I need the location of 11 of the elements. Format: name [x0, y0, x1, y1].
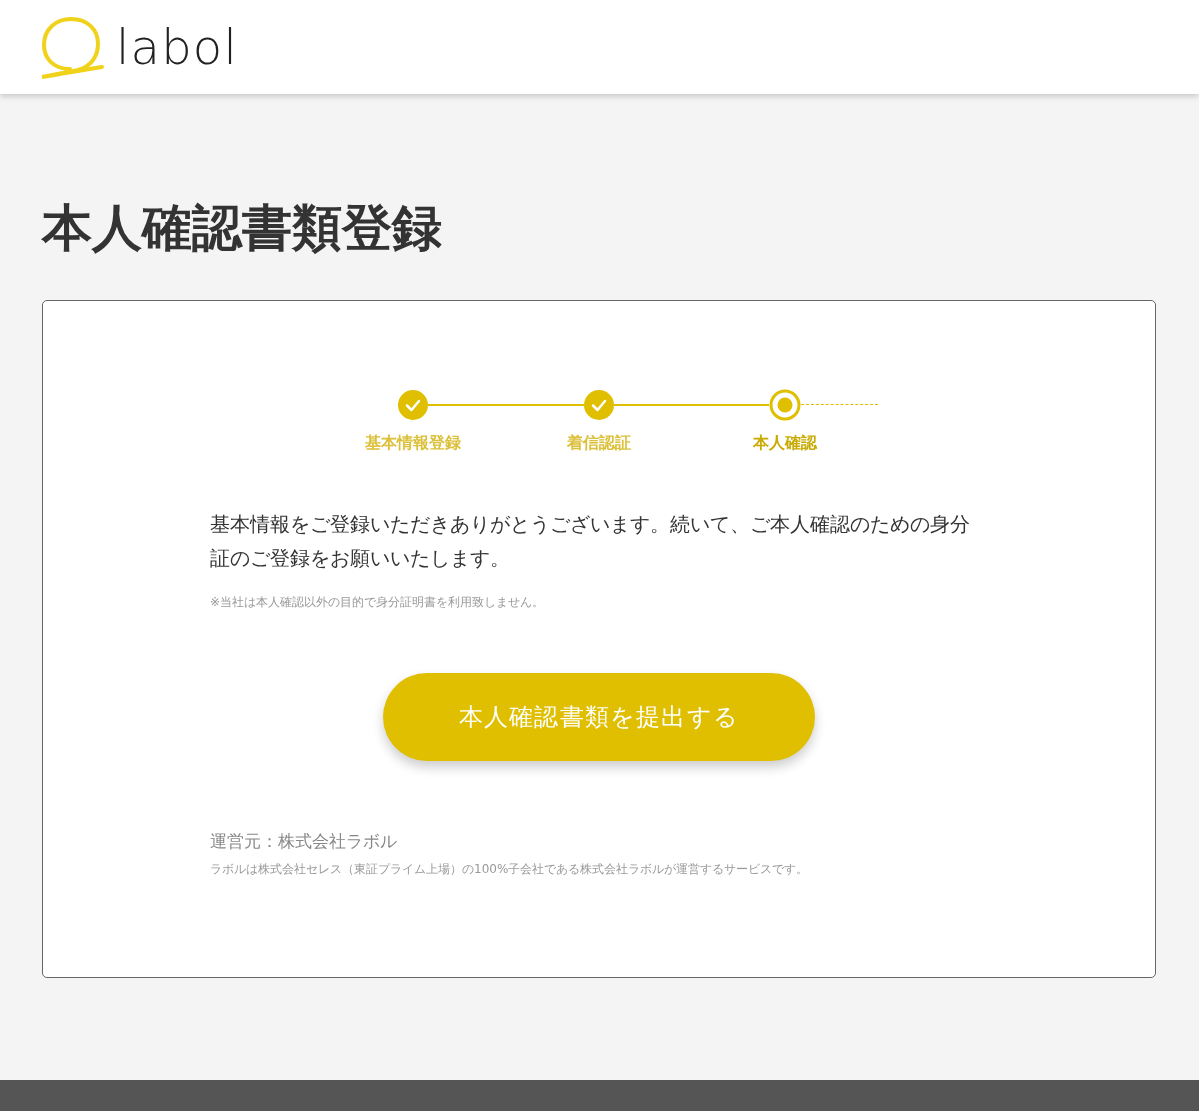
page-title: 本人確認書類登録: [42, 198, 443, 259]
operator-note: ラボルは株式会社セレス（東証プライム上場）の100%子会社である株式会社ラボルが運営するサービスです。: [210, 861, 810, 878]
intro-text: 基本情報をご登録いただきありがとうございます。続いて、ご本人確認のための身分証のご登録をお願いいたします。: [210, 510, 971, 572]
step-label: 本人確認: [753, 431, 817, 454]
operator-text: 運営元：株式会社ラボル: [210, 829, 398, 853]
logo-icon: [40, 15, 106, 79]
submit-button[interactable]: 本人確認書類を提出する: [383, 672, 815, 761]
step-label: 基本情報登録: [365, 431, 461, 454]
step-label: 着信認証: [567, 431, 631, 454]
privacy-note: ※当社は本人確認以外の目的で身分証明書を利用致しません。: [210, 593, 546, 611]
logo-text: labol: [116, 23, 238, 71]
